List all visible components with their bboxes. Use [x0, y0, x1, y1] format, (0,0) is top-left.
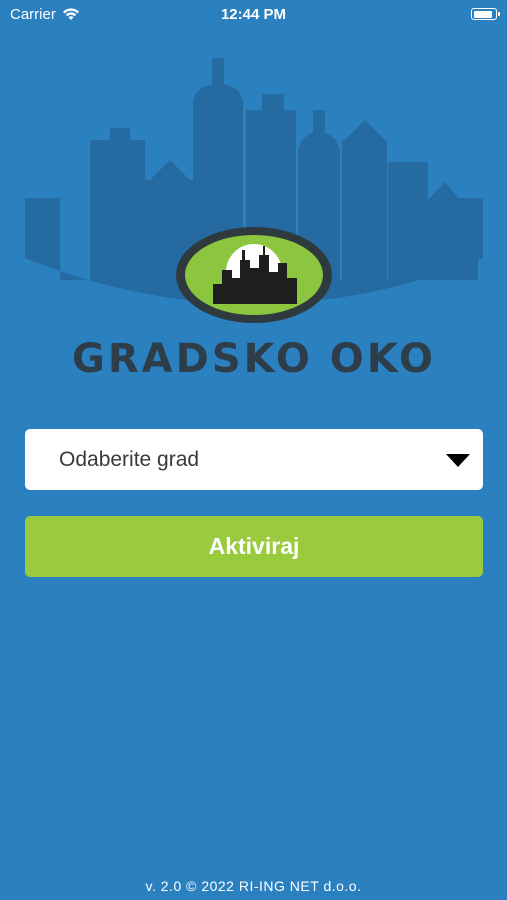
eye-icon: [176, 227, 332, 323]
city-select-dropdown[interactable]: Odaberite grad: [25, 429, 483, 490]
battery-icon: [471, 8, 500, 20]
chevron-down-icon: [446, 454, 470, 467]
city-select-placeholder: Odaberite grad: [59, 448, 200, 471]
status-bar: Carrier 12:44 PM: [0, 0, 507, 30]
version-footer: v. 2.0 © 2022 RI-ING NET d.o.o.: [145, 878, 362, 894]
status-time: 12:44 PM: [220, 6, 287, 23]
battery-fill: [473, 10, 492, 18]
logo-title: GRADSKO OKO: [72, 336, 436, 382]
gradsko-oko-logo: GRADSKO OKO: [25, 58, 483, 382]
activate-button[interactable]: Aktiviraj: [25, 516, 483, 577]
